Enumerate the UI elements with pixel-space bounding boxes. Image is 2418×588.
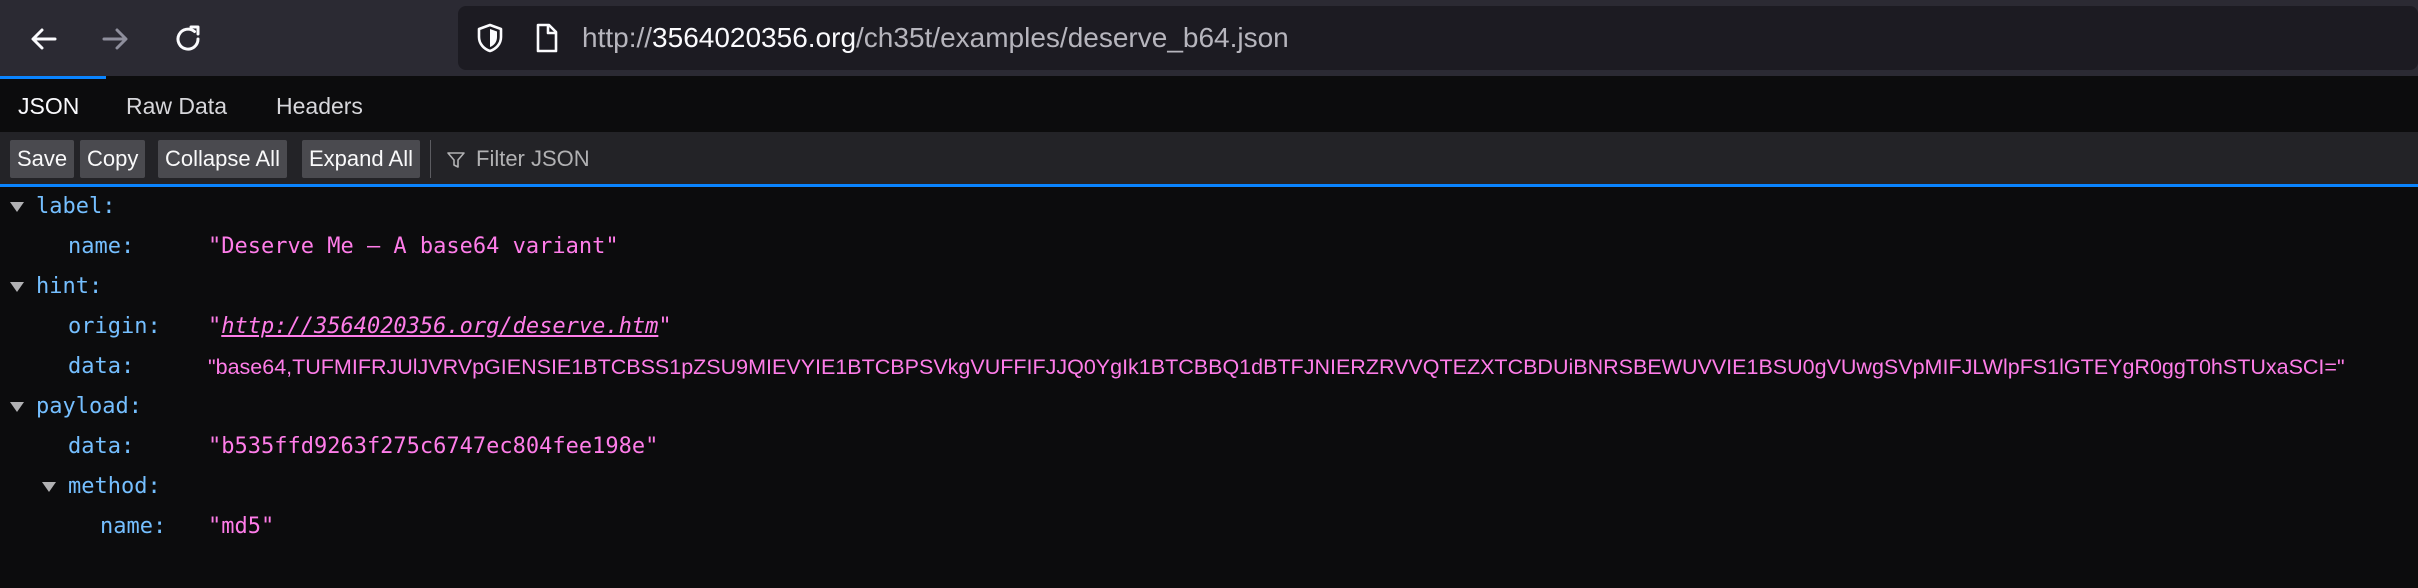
browser-toolbar: http://3564020356.org/ch35t/examples/des… xyxy=(0,0,2418,76)
tree-row-hint[interactable]: hint: xyxy=(0,267,2418,307)
tab-raw-data[interactable]: Raw Data xyxy=(126,76,227,132)
save-button[interactable]: Save xyxy=(10,140,75,178)
json-key: data: xyxy=(68,354,135,379)
json-key: origin: xyxy=(68,314,161,339)
shield-icon[interactable] xyxy=(474,22,506,54)
arrow-right-icon xyxy=(102,28,128,50)
reload-button[interactable] xyxy=(163,14,213,64)
json-string-value: "Deserve Me – A base64 variant" xyxy=(208,234,619,259)
url-text[interactable]: http://3564020356.org/ch35t/examples/des… xyxy=(582,6,1289,70)
json-tree: label: name: "Deserve Me – A base64 vari… xyxy=(0,187,2418,588)
tab-json[interactable]: JSON xyxy=(18,76,79,132)
filter-placeholder: Filter JSON xyxy=(476,146,590,171)
json-key: name: xyxy=(100,514,167,539)
tab-headers[interactable]: Headers xyxy=(276,76,363,132)
expand-triangle-icon[interactable] xyxy=(10,402,24,412)
tree-row-method[interactable]: method: xyxy=(0,467,2418,507)
tree-row-label-name[interactable]: name: "Deserve Me – A base64 variant" xyxy=(0,227,2418,267)
json-string-value: "b535ffd9263f275c6747ec804fee198e" xyxy=(208,434,659,459)
json-key: name: xyxy=(68,234,135,259)
copy-button[interactable]: Copy xyxy=(80,140,146,178)
json-key: method: xyxy=(68,474,161,499)
json-key: data: xyxy=(68,434,135,459)
toolbar-separator xyxy=(430,140,431,178)
json-key: label: xyxy=(36,194,116,219)
tree-row-hint-data[interactable]: data: "base64,TUFMIFRJUlJVRVpGIENSIE1BTC… xyxy=(0,347,2418,387)
json-string-value: "http://3564020356.org/deserve.htm" xyxy=(208,307,672,347)
expand-triangle-icon[interactable] xyxy=(10,282,24,292)
viewer-tabs: JSON Raw Data Headers xyxy=(0,76,2418,132)
url-host: 3564020356.org xyxy=(652,22,857,53)
origin-link[interactable]: http://3564020356.org/deserve.htm xyxy=(221,314,658,339)
page-icon[interactable] xyxy=(530,22,562,54)
json-key: payload: xyxy=(36,394,142,419)
url-scheme: http:// xyxy=(582,22,653,53)
tree-row-hint-origin[interactable]: origin: "http://3564020356.org/deserve.h… xyxy=(0,307,2418,347)
collapse-all-button[interactable]: Collapse All xyxy=(158,140,287,178)
expand-all-button[interactable]: Expand All xyxy=(302,140,420,178)
tree-row-payload[interactable]: payload: xyxy=(0,387,2418,427)
quote-close: " xyxy=(658,314,672,339)
tree-row-method-name[interactable]: name: "md5" xyxy=(0,507,2418,547)
json-toolbar: Save Copy Collapse All Expand All Filter… xyxy=(0,132,2418,187)
url-bar[interactable]: http://3564020356.org/ch35t/examples/des… xyxy=(458,6,2418,70)
expand-triangle-icon[interactable] xyxy=(42,482,56,492)
reload-icon xyxy=(176,25,200,51)
filter-icon xyxy=(447,152,465,168)
quote-open: " xyxy=(208,314,222,339)
json-string-value: "base64,TUFMIFRJUlJVRVpGIENSIE1BTCBSS1pZ… xyxy=(208,355,2345,379)
json-string-value: "md5" xyxy=(208,514,275,539)
arrow-left-icon xyxy=(31,28,57,50)
expand-triangle-icon[interactable] xyxy=(10,202,24,212)
json-key: hint: xyxy=(36,274,103,299)
tree-row-payload-data[interactable]: data: "b535ffd9263f275c6747ec804fee198e" xyxy=(0,427,2418,467)
back-button[interactable] xyxy=(19,14,69,64)
tree-row-label[interactable]: label: xyxy=(0,187,2418,227)
url-path: /ch35t/examples/deserve_b64.json xyxy=(856,22,1289,53)
forward-button[interactable] xyxy=(90,14,140,64)
